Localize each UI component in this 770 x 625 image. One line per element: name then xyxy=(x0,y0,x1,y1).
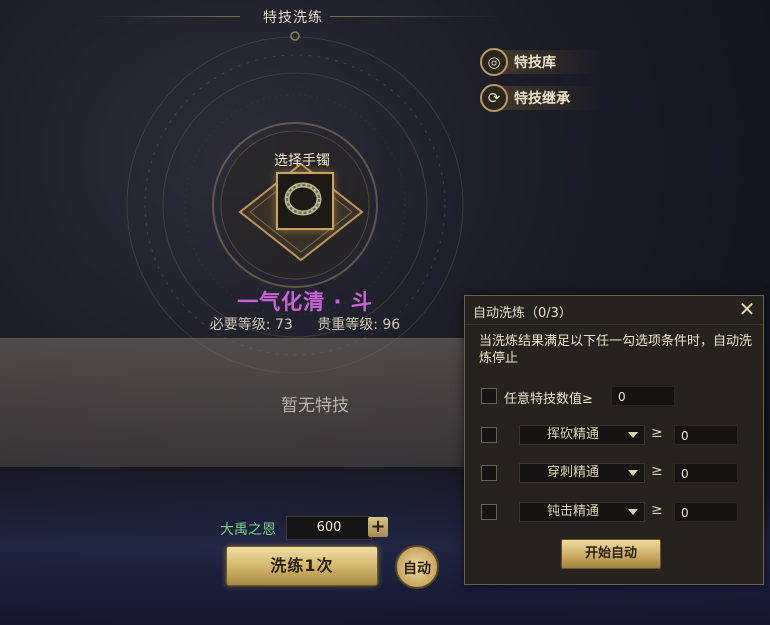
add-currency-button[interactable]: + xyxy=(368,517,388,537)
any-skill-label: 任意特技数值≥ xyxy=(504,392,593,407)
skill-panel: 暂无特技 xyxy=(0,338,500,467)
condition-checkbox[interactable] xyxy=(481,427,497,443)
skill-type-select-value: 挥砍精通 xyxy=(546,427,599,442)
currency-label: 大禹之恩 xyxy=(220,522,276,538)
condition-value-input[interactable]: 0 xyxy=(674,463,738,483)
condition-row: 挥砍精通 ≥ 0 xyxy=(481,425,751,447)
dialog-title: 自动洗炼（0/3） xyxy=(473,306,572,321)
auto-refine-dialog: 自动洗炼（0/3） ✕ 当洗炼结果满足以下任一勾选项条件时，自动洗炼停止 任意特… xyxy=(464,295,764,585)
skill-inherit-label: 特技继承 xyxy=(514,91,570,107)
condition-row: 钝击精通 ≥ 0 xyxy=(481,502,751,524)
item-requirements: 必要等级: 73 贵重等级: 96 xyxy=(160,314,450,334)
any-skill-value-input[interactable]: 0 xyxy=(611,386,675,406)
slot-label: 选择手镯 xyxy=(274,153,330,169)
skill-type-select-value: 穿刺精通 xyxy=(546,465,599,480)
skill-type-select[interactable]: 钝击精通 xyxy=(519,502,645,522)
any-skill-condition-row: 任意特技数值≥ 0 xyxy=(481,386,751,408)
required-level: 必要等级: 73 xyxy=(209,317,293,333)
skill-type-select[interactable]: 穿刺精通 xyxy=(519,463,645,483)
swirl-icon: ◎ xyxy=(480,48,508,76)
close-icon[interactable]: ✕ xyxy=(737,299,757,319)
condition-checkbox[interactable] xyxy=(481,504,497,520)
refine-once-button[interactable]: 洗练1次 xyxy=(226,546,378,586)
value-level: 贵重等级: 96 xyxy=(317,317,401,333)
condition-row: 穿刺精通 ≥ 0 xyxy=(481,463,751,485)
auto-refine-button[interactable]: 自动 xyxy=(395,545,439,589)
any-skill-checkbox[interactable] xyxy=(481,388,497,404)
cycle-icon: ⟳ xyxy=(480,84,508,112)
skill-library-button[interactable]: ◎ 特技库 xyxy=(480,48,602,76)
skill-library-label: 特技库 xyxy=(514,55,556,71)
dialog-header: 自动洗炼（0/3） ✕ xyxy=(465,296,763,325)
title-divider-right xyxy=(330,16,500,17)
ge-symbol: ≥ xyxy=(651,502,663,518)
chevron-down-icon xyxy=(628,470,638,476)
start-auto-button[interactable]: 开始自动 xyxy=(561,539,661,569)
skill-type-select-value: 钝击精通 xyxy=(546,504,599,519)
skill-inherit-button[interactable]: ⟳ 特技继承 xyxy=(480,84,602,112)
chevron-down-icon xyxy=(628,432,638,438)
skill-type-select[interactable]: 挥砍精通 xyxy=(519,425,645,445)
title-bar: 特技洗练 xyxy=(0,0,770,32)
condition-checkbox[interactable] xyxy=(481,465,497,481)
item-name: 一气化清 · 斗 xyxy=(237,290,373,314)
ge-symbol: ≥ xyxy=(651,425,663,441)
bracelet-icon xyxy=(284,182,322,216)
condition-value-input[interactable]: 0 xyxy=(674,425,738,445)
page-title: 特技洗练 xyxy=(263,10,323,26)
title-divider-left xyxy=(90,16,240,17)
dialog-description: 当洗炼结果满足以下任一勾选项条件时，自动洗炼停止 xyxy=(479,334,753,366)
currency-amount: 600 xyxy=(286,516,372,540)
ge-symbol: ≥ xyxy=(651,463,663,479)
condition-value-input[interactable]: 0 xyxy=(674,502,738,522)
chevron-down-icon xyxy=(628,509,638,515)
